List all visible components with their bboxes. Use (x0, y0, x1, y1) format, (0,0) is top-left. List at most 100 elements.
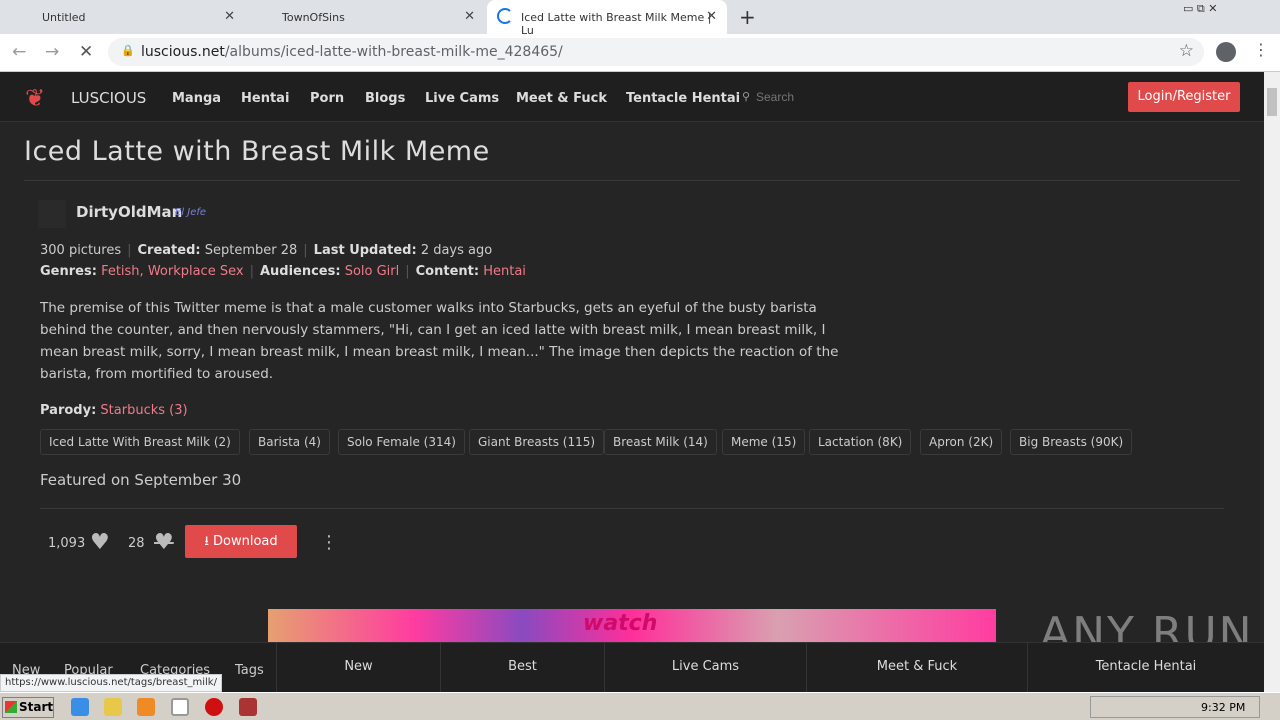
author-link[interactable]: DirtyOldMan (76, 203, 182, 221)
search-icon: ⚲ (742, 90, 751, 103)
app-icon[interactable] (239, 698, 257, 716)
nav-meet-fuck[interactable]: Meet & Fuck (516, 91, 607, 106)
status-bar-url: https://www.luscious.net/tags/breast_mil… (0, 674, 222, 692)
bottom-tab-best[interactable]: Best (440, 643, 604, 693)
avatar[interactable] (38, 200, 66, 228)
author-badge: El Jefe (175, 207, 207, 218)
tab-active[interactable]: Iced Latte with Breast Milk Meme | Lu ✕ (487, 0, 727, 37)
album-categories: Genres: Fetish, Workplace Sex | Audiences:… (40, 264, 526, 279)
download-icon: ⭳ (204, 534, 214, 549)
more-options-icon[interactable]: ⋮ (320, 532, 338, 553)
tab-townofsins[interactable]: TownOfSins ✕ (240, 0, 485, 34)
scrollbar[interactable] (1264, 72, 1280, 692)
download-label: Download (213, 534, 278, 549)
nav-tentacle-hentai[interactable]: Tentacle Hentai (626, 91, 740, 106)
nav-live-cams[interactable]: Live Cams (425, 91, 499, 106)
nav-blogs[interactable]: Blogs (365, 91, 405, 106)
nav-manga[interactable]: Manga (172, 91, 221, 106)
divider (24, 180, 1240, 181)
lock-icon: 🔒 (121, 44, 135, 57)
featured-date: Featured on September 30 (40, 471, 242, 489)
tag-chip[interactable]: Iced Latte With Breast Milk (2) (40, 429, 240, 455)
tag-chip[interactable]: Giant Breasts (115) (469, 429, 605, 455)
parody-label: Parody: (40, 403, 97, 418)
bottom-tab-tentacle-hentai[interactable]: Tentacle Hentai (1027, 643, 1264, 693)
chrome-icon[interactable] (171, 698, 189, 716)
star-icon[interactable]: ☆ (1179, 41, 1194, 61)
parody-row: Parody: Starbucks (3) (40, 403, 188, 418)
genres-links[interactable]: Fetish, Workplace Sex (101, 264, 244, 279)
loading-spinner-icon (497, 8, 513, 24)
logo-text[interactable]: LUSCIOUS (71, 89, 146, 107)
content-label: Content: (415, 264, 480, 279)
forward-icon[interactable]: → (45, 42, 59, 62)
picture-count: 300 pictures (40, 243, 122, 258)
updated-label: Last Updated: (313, 243, 417, 258)
bottom-tab-new[interactable]: New (276, 643, 440, 693)
window-controls[interactable]: ▭ ⧉ ✕ (1183, 2, 1217, 16)
tab-bar: Untitled ✕ TownOfSins ✕ Iced Latte with Br… (0, 0, 1280, 37)
audiences-label: Audiences: (259, 264, 341, 279)
url-path: /albums/iced-latte-with-breast-milk-me_4… (224, 44, 563, 60)
bottom-tab-meet-fuck[interactable]: Meet & Fuck (806, 643, 1027, 693)
opera-icon[interactable] (205, 698, 223, 716)
content-link[interactable]: Hentai (483, 264, 526, 279)
divider (40, 508, 1224, 509)
tag-chip[interactable]: Big Breasts (90K) (1010, 429, 1133, 455)
url-domain: luscious.net (141, 44, 225, 60)
close-tab-icon[interactable]: ✕ (224, 9, 235, 24)
ad-banner[interactable]: watch (268, 609, 996, 642)
system-tray: 9:32 PM (1090, 696, 1260, 718)
tag-chip[interactable]: Solo Female (314) (338, 429, 465, 455)
bottom-tab-live-cams[interactable]: Live Cams (604, 643, 806, 693)
explorer-icon[interactable] (104, 698, 122, 716)
login-register-button[interactable]: Login/Register (1128, 82, 1240, 112)
menu-icon[interactable]: ⋮ (1253, 40, 1269, 59)
scrollbar-thumb[interactable] (1267, 88, 1277, 116)
like-count: 1,093 (48, 536, 86, 551)
url-input[interactable]: 🔒 luscious.net/albums/iced-latte-with-bre… (108, 38, 1204, 66)
audiences-link[interactable]: Solo Girl (345, 264, 400, 279)
tag-chip[interactable]: Lactation (8K) (809, 429, 912, 455)
page-title: Iced Latte with Breast Milk Meme (24, 136, 490, 167)
windows-logo-icon (5, 701, 17, 713)
banner-text: watch (583, 611, 658, 636)
created-date: September 28 (204, 243, 298, 258)
tab-title: Untitled (42, 11, 86, 24)
start-label: Start (19, 700, 54, 714)
close-tab-icon[interactable]: ✕ (464, 9, 475, 24)
ie-icon[interactable] (71, 698, 89, 716)
tag-chip[interactable]: Barista (4) (249, 429, 330, 455)
profile-icon[interactable] (1216, 42, 1236, 62)
parody-link[interactable]: Starbucks (3) (100, 403, 187, 418)
genres-label: Genres: (40, 264, 97, 279)
tag-chip[interactable]: Apron (2K) (920, 429, 1003, 455)
clock: 9:32 PM (1201, 701, 1246, 714)
tab-title: TownOfSins (282, 11, 345, 24)
close-tab-icon[interactable]: ✕ (706, 9, 717, 24)
lotus-logo-icon: ❦ (25, 84, 46, 112)
bottom-link-tags[interactable]: Tags (235, 663, 264, 678)
dislike-count: 28 (128, 536, 145, 551)
album-stats: 300 pictures | Created: September 28 | Last … (40, 243, 493, 258)
stop-icon[interactable]: ✕ (79, 42, 93, 62)
download-button[interactable]: ⭳ Download (185, 525, 297, 558)
start-button[interactable]: Start (2, 697, 54, 718)
tab-untitled[interactable]: Untitled ✕ (0, 0, 245, 34)
updated-date: 2 days ago (420, 243, 493, 258)
tag-chip[interactable]: Breast Milk (14) (604, 429, 717, 455)
back-icon[interactable]: ← (12, 42, 26, 62)
search-input[interactable] (756, 86, 956, 108)
taskbar: Start 9:32 PM (0, 692, 1280, 720)
new-tab-icon[interactable]: + (739, 5, 756, 29)
heart-icon[interactable]: ♥ (90, 530, 110, 555)
created-label: Created: (137, 243, 201, 258)
album-description: The premise of this Twitter meme is that… (40, 300, 839, 382)
nav-hentai[interactable]: Hentai (241, 91, 289, 106)
tag-chip[interactable]: Meme (15) (722, 429, 806, 455)
site-navbar: ❦ LUSCIOUS Manga Hentai Porn Blogs Live … (0, 72, 1264, 122)
broken-heart-icon[interactable]: ♥ (154, 530, 174, 555)
media-player-icon[interactable] (137, 698, 155, 716)
address-bar-row: ← → ✕ 🔒 luscious.net/albums/iced-latte-wi… (0, 34, 1280, 72)
nav-porn[interactable]: Porn (310, 91, 344, 106)
